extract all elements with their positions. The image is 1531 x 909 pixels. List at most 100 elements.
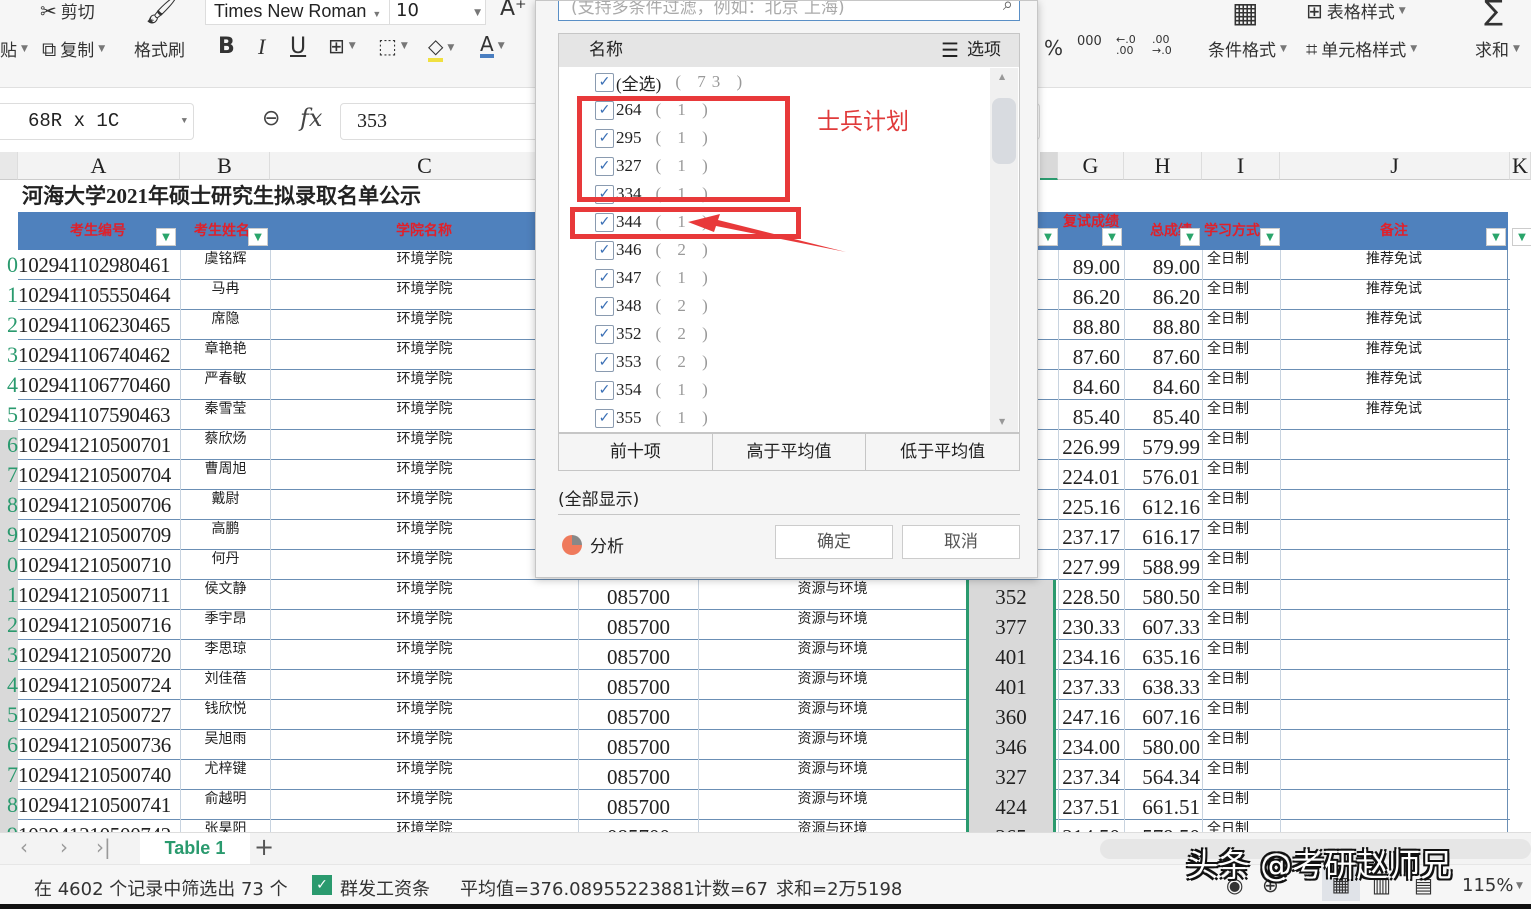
- cell-study-mode[interactable]: 全日制: [1202, 730, 1280, 760]
- cell-note[interactable]: 推荐免试: [1280, 370, 1508, 400]
- cell-study-mode[interactable]: 全日制: [1202, 370, 1280, 400]
- checkbox-checked-icon[interactable]: ✓: [595, 324, 614, 344]
- row-number[interactable]: 8: [0, 790, 18, 820]
- search-icon[interactable]: ⌕: [1003, 1, 1013, 14]
- cell-candidate-name[interactable]: 章艳艳: [180, 340, 270, 370]
- cell-candidate-id[interactable]: 102941107590463: [18, 400, 180, 430]
- cell-retest-score[interactable]: 226.99: [1058, 430, 1124, 460]
- cell-study-mode[interactable]: 全日制: [1202, 340, 1280, 370]
- cell-retest-score[interactable]: 228.50: [1058, 580, 1124, 610]
- checkbox-checked-icon[interactable]: ✓: [595, 72, 614, 92]
- column-header-c[interactable]: C: [270, 152, 580, 180]
- cell-candidate-name[interactable]: 何丹: [180, 550, 270, 580]
- cell-candidate-name[interactable]: 俞越明: [180, 790, 270, 820]
- payroll-button[interactable]: 群发工资条: [340, 875, 430, 901]
- fill-color-button[interactable]: ◇ ▼: [428, 34, 454, 62]
- cell-college[interactable]: 环境学院: [270, 610, 578, 640]
- cell-study-mode[interactable]: 全日制: [1202, 250, 1280, 280]
- cell-initial-score[interactable]: 377: [966, 610, 1056, 640]
- cell-initial-score[interactable]: 352: [966, 580, 1056, 610]
- filter-item[interactable]: ✓ 348 ( 2 ): [595, 292, 714, 320]
- cell-note[interactable]: 推荐免试: [1280, 250, 1508, 280]
- cell-note[interactable]: [1280, 580, 1508, 610]
- cell-study-mode[interactable]: 全日制: [1202, 640, 1280, 670]
- row-number[interactable]: 5: [0, 400, 18, 430]
- cell-college[interactable]: 环境学院: [270, 490, 578, 520]
- cell-study-mode[interactable]: 全日制: [1202, 490, 1280, 520]
- cell-college[interactable]: 环境学院: [270, 310, 578, 340]
- cell-college[interactable]: 环境学院: [270, 250, 578, 280]
- cell-retest-score[interactable]: 237.51: [1058, 790, 1124, 820]
- cell-candidate-id[interactable]: 102941210500736: [18, 730, 180, 760]
- cell-major-code[interactable]: 085700: [578, 700, 698, 730]
- cell-total-score[interactable]: 87.60: [1124, 340, 1202, 370]
- name-box[interactable]: 68R x 1C ▼: [0, 103, 194, 140]
- cell-major-code[interactable]: 085700: [578, 640, 698, 670]
- cell-college[interactable]: 环境学院: [270, 670, 578, 700]
- format-painter-button[interactable]: 格式刷: [134, 36, 185, 61]
- cell-major-name[interactable]: 资源与环境: [698, 640, 966, 670]
- cell-candidate-id[interactable]: 102941106230465: [18, 310, 180, 340]
- cell-total-score[interactable]: 580.50: [1124, 580, 1202, 610]
- cell-candidate-name[interactable]: 尤梓键: [180, 760, 270, 790]
- percent-button[interactable]: %: [1044, 36, 1063, 60]
- row-number[interactable]: 2: [0, 310, 18, 340]
- row-number[interactable]: 9: [0, 520, 18, 550]
- cell-retest-score[interactable]: 234.00: [1058, 730, 1124, 760]
- scroll-down-icon[interactable]: ▼: [999, 417, 1005, 426]
- cell-candidate-name[interactable]: 刘佳蓓: [180, 670, 270, 700]
- filter-item[interactable]: ✓ 353 ( 2 ): [595, 348, 714, 376]
- table-style-button[interactable]: ⊞ 表格样式 ▼: [1306, 0, 1406, 23]
- cancel-button[interactable]: 取消: [902, 525, 1020, 559]
- increase-decimal-button[interactable]: ←.0 .00: [1116, 34, 1142, 56]
- thousands-button[interactable]: 000: [1077, 34, 1102, 49]
- cell-candidate-name[interactable]: 蔡欣炀: [180, 430, 270, 460]
- fx-icon[interactable]: fx: [300, 104, 322, 132]
- column-header-i[interactable]: I: [1202, 152, 1280, 180]
- row-number[interactable]: 2: [0, 610, 18, 640]
- cell-total-score[interactable]: 579.99: [1124, 430, 1202, 460]
- sheet-tab-table-1[interactable]: Table 1: [140, 833, 250, 864]
- cell-study-mode[interactable]: 全日制: [1202, 700, 1280, 730]
- add-sheet-icon[interactable]: +: [254, 833, 274, 861]
- filter-item[interactable]: ✓ (全选) ( 73 ): [595, 68, 748, 96]
- filter-item[interactable]: ✓ 347 ( 1 ): [595, 264, 714, 292]
- cell-retest-score[interactable]: 237.34: [1058, 760, 1124, 790]
- italic-button[interactable]: I: [258, 34, 265, 60]
- cell-college[interactable]: 环境学院: [270, 520, 578, 550]
- font-size-select[interactable]: 10 ▼: [390, 0, 486, 25]
- cell-candidate-id[interactable]: 102941102980461: [18, 250, 180, 280]
- options-button[interactable]: ☰ 选项: [941, 34, 1001, 67]
- below-average-button[interactable]: 低于平均值: [866, 434, 1019, 470]
- cell-candidate-id[interactable]: 102941210500724: [18, 670, 180, 700]
- cell-initial-score[interactable]: 401: [966, 670, 1056, 700]
- row-number[interactable]: 4: [0, 670, 18, 700]
- row-number[interactable]: 7: [0, 760, 18, 790]
- filter-dropdown-k[interactable]: ▼: [1512, 228, 1531, 246]
- cell-retest-score[interactable]: 237.17: [1058, 520, 1124, 550]
- cell-candidate-name[interactable]: 马冉: [180, 280, 270, 310]
- cell-note[interactable]: [1280, 670, 1508, 700]
- cell-note[interactable]: [1280, 730, 1508, 760]
- select-all-corner[interactable]: [0, 152, 18, 180]
- cell-total-score[interactable]: 607.16: [1124, 700, 1202, 730]
- cell-candidate-id[interactable]: 102941210500706: [18, 490, 180, 520]
- row-number[interactable]: 4: [0, 370, 18, 400]
- cell-college[interactable]: 环境学院: [270, 760, 578, 790]
- filter-dropdown-j[interactable]: ▼: [1486, 228, 1506, 246]
- cell-candidate-id[interactable]: 102941210500701: [18, 430, 180, 460]
- cell-retest-score[interactable]: 88.80: [1058, 310, 1124, 340]
- cell-candidate-name[interactable]: 虞铭辉: [180, 250, 270, 280]
- cell-retest-score[interactable]: 225.16: [1058, 490, 1124, 520]
- cell-college[interactable]: 环境学院: [270, 280, 578, 310]
- column-header-f[interactable]: [1040, 152, 1058, 180]
- fill-pattern-button[interactable]: ⬚ ▼: [378, 34, 408, 58]
- cell-candidate-id[interactable]: 102941106770460: [18, 370, 180, 400]
- checkbox-checked-icon[interactable]: ✓: [595, 240, 614, 260]
- cell-note[interactable]: [1280, 490, 1508, 520]
- filter-dropdown-h[interactable]: ▼: [1180, 228, 1200, 246]
- filter-list-scrollbar[interactable]: ▲ ▼: [990, 68, 1018, 432]
- row-number[interactable]: 0: [0, 550, 18, 580]
- cell-study-mode[interactable]: 全日制: [1202, 430, 1280, 460]
- cell-college[interactable]: 环境学院: [270, 730, 578, 760]
